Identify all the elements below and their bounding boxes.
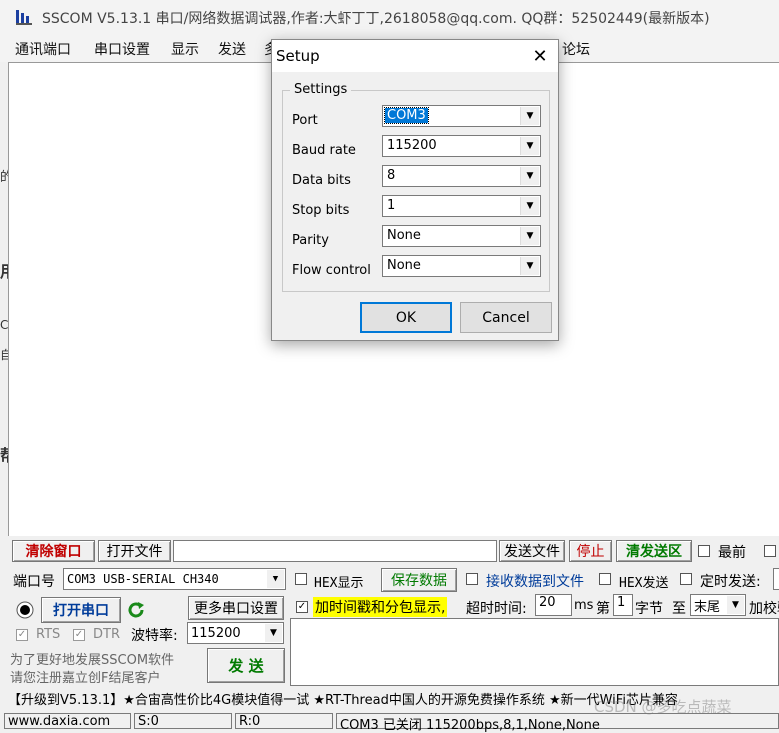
- menu-forum[interactable]: 论坛: [562, 39, 590, 59]
- port-field-label: Port: [292, 113, 318, 128]
- close-icon[interactable]: ✕: [526, 43, 554, 69]
- settings-group-label: Settings: [290, 82, 352, 97]
- port-status-icon: [16, 601, 34, 619]
- nth-byte-input[interactable]: 1: [613, 594, 633, 616]
- baud-rate-value: 115200: [191, 625, 241, 641]
- baud-rate-select[interactable]: 115200 ▼: [187, 622, 284, 644]
- port-combo-value: COM3: [384, 107, 429, 124]
- cancel-button[interactable]: Cancel: [460, 302, 552, 333]
- dtr-checkbox[interactable]: ✓: [73, 629, 85, 641]
- ok-button[interactable]: OK: [360, 302, 452, 333]
- menu-display[interactable]: 显示: [171, 39, 199, 59]
- promo-text-line1: 为了更好地发展SSCOM软件: [10, 653, 175, 668]
- control-panel: 清除窗口 打开文件 发送文件 停止 清发送区 最前 端口号 COM3 USB-S…: [0, 536, 779, 733]
- clear-window-button[interactable]: 清除窗口: [12, 540, 95, 562]
- timed-send-label: 定时发送:: [700, 574, 761, 590]
- end-select[interactable]: 末尾 ▼: [690, 594, 746, 616]
- hex-display-checkbox[interactable]: [295, 573, 307, 585]
- timeout-input[interactable]: 20: [535, 594, 572, 616]
- chevron-down-icon: ▼: [520, 167, 539, 185]
- stop-bits-combo-value: 1: [387, 198, 396, 213]
- watermark: CSDN @多吃点蔬菜: [594, 698, 732, 716]
- data-bits-field-label: Data bits: [292, 173, 351, 188]
- always-on-top-checkbox[interactable]: [698, 545, 710, 557]
- port-select-value: COM3 USB-SERIAL CH340: [67, 572, 219, 586]
- open-file-button[interactable]: 打开文件: [98, 540, 171, 562]
- menu-serial-settings[interactable]: 串口设置: [94, 39, 150, 59]
- setup-dialog: Setup ✕ Settings Port COM3 ▼ Baud rate 1…: [271, 39, 559, 341]
- rts-label: RTS: [36, 627, 61, 642]
- baud-rate-field-label: Baud rate: [292, 143, 356, 158]
- clear-send-area-button[interactable]: 清发送区: [616, 540, 692, 562]
- data-bits-combo-value: 8: [387, 168, 396, 183]
- dialog-title: Setup: [276, 47, 320, 65]
- timestamp-label: 加时间戳和分包显示,: [313, 597, 448, 617]
- port-label: 端口号: [13, 574, 55, 590]
- send-file-button[interactable]: 发送文件: [499, 540, 565, 562]
- baud-rate-combo[interactable]: 115200 ▼: [382, 135, 541, 157]
- chevron-down-icon: ▼: [520, 107, 539, 125]
- more-serial-settings-button[interactable]: 更多串口设置: [188, 596, 284, 620]
- app-logo-icon: [16, 10, 32, 25]
- parity-combo-value: None: [387, 228, 421, 243]
- always-on-top-label: 最前: [718, 545, 746, 561]
- send-text-area[interactable]: [290, 618, 779, 686]
- open-port-button[interactable]: 打开串口: [41, 597, 121, 623]
- menu-send[interactable]: 发送: [218, 39, 246, 59]
- nth-label: 第: [596, 601, 610, 617]
- data-bits-combo[interactable]: 8 ▼: [382, 165, 541, 187]
- receive-to-file-checkbox[interactable]: [466, 573, 478, 585]
- ms-label: ms: [574, 598, 594, 613]
- menu-comm-port[interactable]: 通讯端口: [15, 39, 71, 59]
- chevron-down-icon: ▼: [267, 570, 284, 588]
- title-bar: SSCOM V5.13.1 串口/网络数据调试器,作者:大虾丁丁,2618058…: [0, 0, 779, 34]
- dialog-title-bar: Setup ✕: [272, 40, 558, 72]
- left-panel-edge: 的 用 C 自 帮: [0, 62, 16, 536]
- parity-combo[interactable]: None ▼: [382, 225, 541, 247]
- refresh-icon[interactable]: [125, 599, 147, 621]
- port-select[interactable]: COM3 USB-SERIAL CH340 ▼: [63, 568, 286, 590]
- flow-control-combo-value: None: [387, 258, 421, 273]
- file-path-input[interactable]: [173, 540, 497, 562]
- send-button[interactable]: 发 送: [207, 648, 285, 683]
- promo-text-line2: 请您注册嘉立创F结尾客户: [10, 671, 161, 686]
- rts-checkbox[interactable]: ✓: [16, 629, 28, 641]
- baud-rate-combo-value: 115200: [387, 138, 437, 153]
- window-title: SSCOM V5.13.1 串口/网络数据调试器,作者:大虾丁丁,2618058…: [42, 11, 710, 27]
- stop-bits-field-label: Stop bits: [292, 203, 350, 218]
- timed-send-checkbox[interactable]: [680, 573, 692, 585]
- parity-field-label: Parity: [292, 233, 329, 248]
- timed-send-input[interactable]: [773, 568, 779, 590]
- baud-rate-label: 波特率:: [131, 628, 178, 644]
- to-label: 至: [672, 601, 686, 617]
- flow-control-combo[interactable]: None ▼: [382, 255, 541, 277]
- chevron-down-icon: ▼: [727, 596, 744, 614]
- chevron-down-icon: ▼: [265, 624, 282, 642]
- port-combo[interactable]: COM3 ▼: [382, 105, 541, 127]
- receive-to-file-label[interactable]: 接收数据到文件: [486, 571, 584, 591]
- hex-send-checkbox[interactable]: [599, 573, 611, 585]
- chevron-down-icon: ▼: [520, 137, 539, 155]
- news-ticker[interactable]: 【升级到V5.13.1】★合宙高性价比4G模块值得一试 ★RT-Thread中国…: [8, 689, 678, 708]
- stop-bits-combo[interactable]: 1 ▼: [382, 195, 541, 217]
- chevron-down-icon: ▼: [520, 227, 539, 245]
- hex-display-label: HEX显示: [314, 576, 364, 591]
- hex-send-label: HEX发送: [619, 576, 669, 591]
- flow-control-field-label: Flow control: [292, 263, 371, 278]
- chevron-down-icon: ▼: [520, 197, 539, 215]
- end-select-value: 末尾: [694, 599, 721, 615]
- dtr-label: DTR: [93, 627, 120, 642]
- stop-button[interactable]: 停止: [569, 540, 612, 562]
- byte-label: 字节: [635, 601, 663, 617]
- extra-checkbox[interactable]: [764, 545, 776, 557]
- chevron-down-icon: ▼: [520, 257, 539, 275]
- timeout-label: 超时时间:: [466, 601, 527, 617]
- timestamp-checkbox[interactable]: ✓: [296, 601, 308, 613]
- checksum-label: 加校验: [749, 601, 779, 617]
- save-data-button[interactable]: 保存数据: [381, 568, 457, 592]
